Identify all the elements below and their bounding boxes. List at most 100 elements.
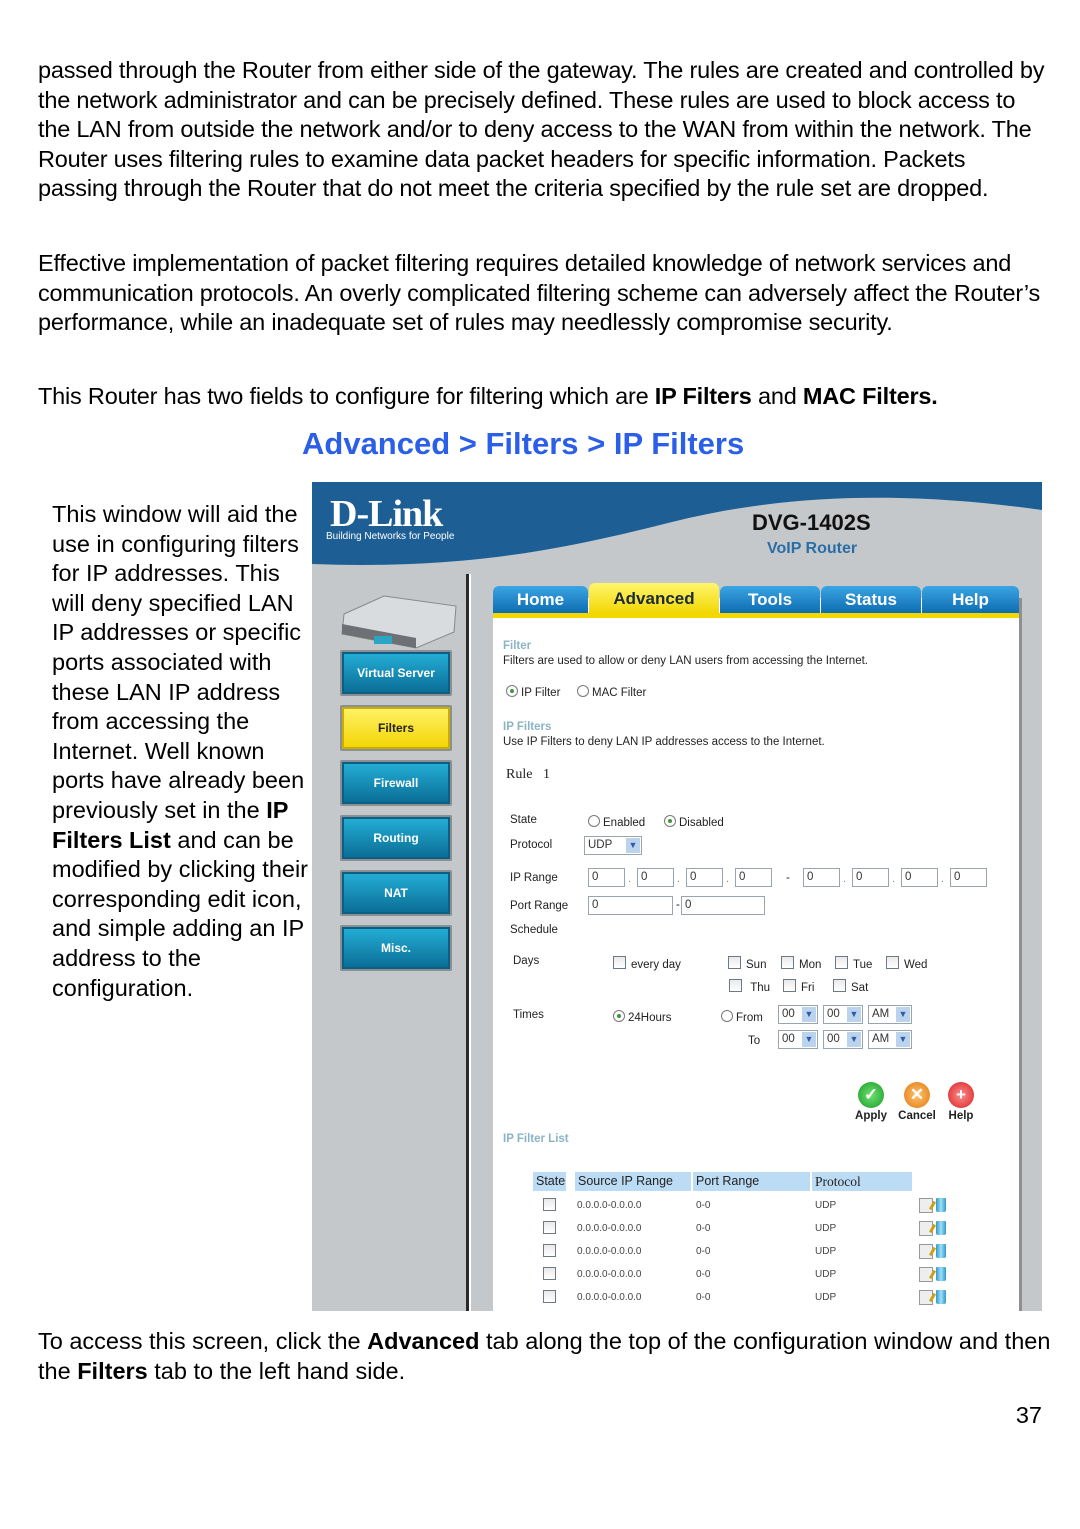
tab-home[interactable]: Home — [493, 586, 588, 614]
nav-filters[interactable]: Filters — [340, 705, 452, 751]
router-screenshot: D-Link Building Networks for People DVG-… — [312, 482, 1042, 1311]
radio-selected-icon[interactable] — [506, 685, 518, 697]
port-start-input[interactable]: 0 — [588, 896, 673, 915]
radio-selected-icon[interactable] — [664, 815, 676, 827]
edit-icon[interactable] — [919, 1221, 933, 1236]
select-value: 00 — [782, 1008, 795, 1020]
radio-label: 24Hours — [628, 1012, 672, 1024]
checkbox-icon[interactable] — [728, 956, 741, 969]
port-range-dash: - — [676, 899, 680, 911]
text: and — [751, 383, 803, 409]
radio-selected-icon[interactable] — [613, 1010, 625, 1022]
apply-button[interactable]: ✓ Apply — [849, 1082, 893, 1122]
checkbox-icon[interactable] — [835, 956, 848, 969]
day-mon[interactable]: Mon — [781, 956, 821, 971]
row-state-checkbox[interactable] — [543, 1198, 556, 1211]
tab-underline — [493, 613, 1019, 618]
day-fri[interactable]: Fri — [783, 979, 814, 994]
day-sun[interactable]: Sun — [728, 956, 766, 971]
ip-end-octet-4[interactable]: 0 — [950, 868, 987, 887]
list-row: 0.0.0.0-0.0.0.0 0-0 UDP — [532, 1266, 952, 1284]
nav-routing[interactable]: Routing — [340, 815, 452, 861]
list-row: 0.0.0.0-0.0.0.0 0-0 UDP — [532, 1243, 952, 1261]
tab-status[interactable]: Status — [821, 586, 921, 614]
row-protocol: UDP — [815, 1200, 837, 1211]
checkbox-icon[interactable] — [833, 979, 846, 992]
row-port-range: 0-0 — [696, 1200, 711, 1211]
trash-icon[interactable] — [936, 1267, 946, 1281]
tab-advanced[interactable]: Advanced — [589, 583, 719, 614]
checkbox-icon[interactable] — [613, 956, 626, 969]
nav-virtual-server[interactable]: Virtual Server — [340, 650, 452, 696]
ip-start-octet-1[interactable]: 0 — [588, 868, 625, 887]
text: To access this screen, click the — [38, 1328, 368, 1354]
select-value: 00 — [827, 1008, 840, 1020]
ip-start-octet-2[interactable]: 0 — [637, 868, 674, 887]
trash-icon[interactable] — [936, 1198, 946, 1212]
trash-icon[interactable] — [936, 1290, 946, 1304]
filter-type-mac[interactable]: MAC Filter — [577, 685, 646, 699]
chevron-down-icon: ▼ — [847, 1007, 861, 1022]
checkbox-icon[interactable] — [783, 979, 796, 992]
day-thu[interactable]: Thu — [729, 979, 770, 994]
chevron-down-icon: ▼ — [626, 838, 640, 853]
ip-start-octet-4[interactable]: 0 — [735, 868, 772, 887]
trash-icon[interactable] — [936, 1221, 946, 1235]
separator: . — [677, 873, 681, 885]
checkbox-label: Wed — [904, 959, 928, 971]
edit-icon[interactable] — [919, 1267, 933, 1282]
content-border — [1019, 598, 1022, 1311]
nav-misc[interactable]: Misc. — [340, 925, 452, 971]
time-24hours[interactable]: 24Hours — [613, 1010, 671, 1024]
rule-label: Rule 1 — [506, 767, 550, 783]
edit-icon[interactable] — [919, 1290, 933, 1305]
tab-tools[interactable]: Tools — [720, 586, 820, 614]
every-day-checkbox[interactable]: every day — [613, 956, 681, 971]
days-label: Days — [513, 955, 540, 967]
row-state-checkbox[interactable] — [543, 1244, 556, 1257]
nav-nat[interactable]: NAT — [340, 870, 452, 916]
to-ampm-select[interactable]: AM ▼ — [868, 1030, 912, 1049]
checkbox-icon[interactable] — [729, 979, 742, 992]
select-value: UDP — [588, 839, 613, 851]
checkbox-icon[interactable] — [886, 956, 899, 969]
button-label: Help — [948, 1110, 974, 1122]
schedule-label: Schedule — [510, 924, 558, 936]
radio-icon[interactable] — [588, 815, 600, 827]
state-enabled[interactable]: Enabled — [588, 815, 645, 829]
row-state-checkbox[interactable] — [543, 1221, 556, 1234]
to-hour-select[interactable]: 00 ▼ — [778, 1030, 818, 1049]
time-from[interactable]: From — [721, 1010, 763, 1024]
radio-icon[interactable] — [577, 685, 589, 697]
ip-end-octet-3[interactable]: 0 — [901, 868, 938, 887]
nav-firewall[interactable]: Firewall — [340, 760, 452, 806]
ip-start-octet-3[interactable]: 0 — [686, 868, 723, 887]
day-wed[interactable]: Wed — [886, 956, 927, 971]
radio-label: From — [736, 1012, 763, 1024]
from-ampm-select[interactable]: AM ▼ — [868, 1005, 912, 1024]
cancel-button[interactable]: ✕ Cancel — [895, 1082, 939, 1122]
state-disabled[interactable]: Disabled — [664, 815, 724, 829]
day-tue[interactable]: Tue — [835, 956, 872, 971]
to-minute-select[interactable]: 00 ▼ — [823, 1030, 863, 1049]
tab-help[interactable]: Help — [922, 586, 1019, 614]
help-button[interactable]: + Help — [939, 1082, 983, 1122]
row-port-range: 0-0 — [696, 1292, 711, 1303]
from-minute-select[interactable]: 00 ▼ — [823, 1005, 863, 1024]
edit-icon[interactable] — [919, 1198, 933, 1213]
port-end-input[interactable]: 0 — [681, 896, 765, 915]
implementation-paragraph: Effective implementation of packet filte… — [38, 250, 1041, 336]
protocol-select[interactable]: UDP ▼ — [584, 836, 642, 855]
ip-end-octet-2[interactable]: 0 — [852, 868, 889, 887]
filter-type-ip[interactable]: IP Filter — [506, 685, 560, 699]
day-sat[interactable]: Sat — [833, 979, 868, 994]
row-state-checkbox[interactable] — [543, 1290, 556, 1303]
trash-icon[interactable] — [936, 1244, 946, 1258]
radio-icon[interactable] — [721, 1010, 733, 1022]
from-hour-select[interactable]: 00 ▼ — [778, 1005, 818, 1024]
edit-icon[interactable] — [919, 1244, 933, 1259]
rule-number: 1 — [542, 767, 550, 782]
ip-end-octet-1[interactable]: 0 — [803, 868, 840, 887]
row-state-checkbox[interactable] — [543, 1267, 556, 1280]
checkbox-icon[interactable] — [781, 956, 794, 969]
